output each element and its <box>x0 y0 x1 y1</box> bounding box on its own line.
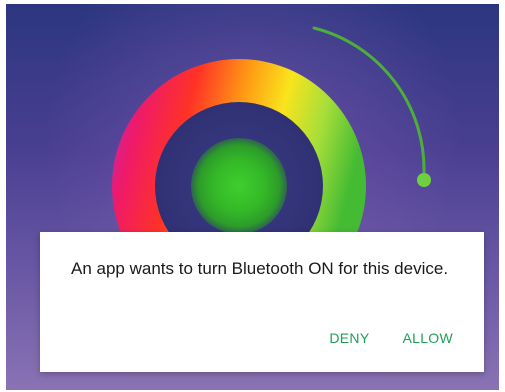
bluetooth-permission-dialog: An app wants to turn Bluetooth ON for th… <box>40 232 484 372</box>
allow-button[interactable]: ALLOW <box>402 330 453 346</box>
selector-knob-icon[interactable] <box>417 173 431 187</box>
dialog-actions: DENY ALLOW <box>329 330 453 346</box>
deny-button[interactable]: DENY <box>329 330 369 346</box>
screen: An app wants to turn Bluetooth ON for th… <box>0 0 505 392</box>
selected-color-preview <box>191 138 287 234</box>
dialog-message: An app wants to turn Bluetooth ON for th… <box>71 259 449 278</box>
